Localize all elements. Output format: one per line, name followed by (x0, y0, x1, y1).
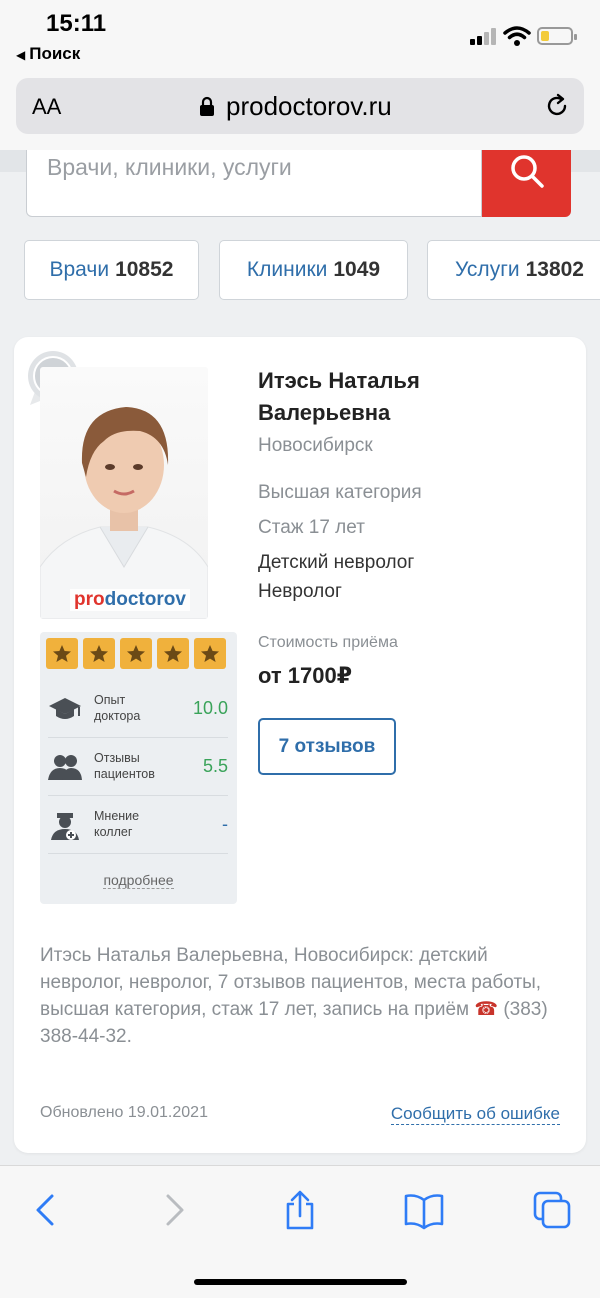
search-button[interactable] (482, 150, 571, 217)
tab-doctors-count: 10852 (115, 258, 174, 281)
rating-more-link[interactable]: подробнее (40, 872, 237, 889)
back-to-search-link[interactable]: ◀ Поиск (16, 44, 80, 64)
rating-box: Опыт доктора 10.0 Отзывы пациентов 5.5 М… (40, 632, 237, 904)
star-icon (120, 638, 152, 669)
doctor-name[interactable]: Итэсь Наталья Валерьевна (258, 365, 558, 429)
star-icon (46, 638, 78, 669)
report-error-link[interactable]: Сообщить об ошибке (390, 1104, 560, 1125)
back-arrow-icon[interactable] (26, 1190, 66, 1230)
battery-level (541, 31, 550, 41)
tab-services-label: Услуги (455, 258, 520, 281)
star-rating (46, 638, 226, 669)
rating-reviews-value: 5.5 (202, 756, 228, 776)
phone-icon: ☎ (474, 999, 499, 1020)
prodoctorov-logo: prodoctorov (70, 589, 190, 611)
doctor-description: Итэсь Наталья Валерьевна, Новосибирск: д… (40, 942, 570, 1050)
search-placeholder: Врачи, клиники, услуги (47, 154, 292, 180)
rating-more-label[interactable]: подробнее (103, 872, 174, 889)
doctor-specialty-2[interactable]: Невролог (258, 581, 342, 603)
share-icon[interactable] (280, 1190, 320, 1230)
doctor-card: ★ prodoctorov (14, 337, 586, 1153)
url-domain[interactable]: prodoctorov.ru (226, 91, 392, 122)
search-icon (511, 155, 544, 188)
bookmarks-icon[interactable] (404, 1190, 444, 1230)
back-triangle-icon: ◀ (16, 48, 26, 62)
status-time: 15:11 (46, 10, 107, 37)
price-value: от 1700₽ (258, 663, 353, 688)
graduation-cap-icon (49, 698, 81, 719)
tab-doctors[interactable]: Врачи 10852 (24, 240, 199, 300)
description-text: Итэсь Наталья Валерьевна, Новосибирск: д… (40, 945, 542, 1020)
home-indicator (194, 1279, 407, 1285)
price-label: Стоимость приёма (258, 634, 398, 651)
patients-icon (48, 755, 82, 780)
doctor-specialty-1[interactable]: Детский невролог (258, 552, 414, 574)
rating-experience-value: 10.0 (192, 698, 228, 718)
reload-icon[interactable] (544, 93, 570, 119)
web-page: Врачи, клиники, услуги Врачи 10852 Клиник… (0, 150, 600, 1165)
search-input[interactable]: Врачи, клиники, услуги (26, 150, 482, 217)
address-bar[interactable]: AA prodoctorov.ru (16, 78, 584, 134)
rating-row-colleagues: Мнение коллег - (48, 796, 228, 854)
tab-clinics-label: Клиники (246, 258, 328, 281)
updated-date: Обновлено 19.01.2021 (40, 1104, 208, 1121)
tabs-icon[interactable] (532, 1190, 572, 1230)
rating-experience-label: Опыт доктора (94, 693, 141, 723)
lock-icon (200, 96, 214, 116)
star-icon (83, 638, 115, 669)
rating-row-reviews: Отзывы пациентов 5.5 (48, 738, 228, 796)
rating-reviews-label: Отзывы пациентов (94, 751, 155, 781)
rating-colleagues-value: - (222, 814, 228, 834)
reviews-button[interactable]: 7 отзывов (258, 718, 396, 775)
browser-toolbar (0, 1165, 600, 1298)
doctor-category: Высшая категория (258, 482, 422, 503)
tab-services-count: 13802 (525, 258, 584, 281)
browser-top-bar: 15:11 ◀ Поиск AA prodoctorov.ru (0, 0, 600, 150)
cellular-signal-icon (470, 27, 498, 45)
tab-clinics[interactable]: Клиники 1049 (219, 240, 408, 300)
doctor-city: Новосибирск (258, 435, 373, 456)
doctor-experience: Стаж 17 лет (258, 517, 365, 538)
back-label: Поиск (29, 44, 81, 63)
rating-colleagues-label: Мнение коллег (94, 809, 140, 839)
star-icon (194, 638, 226, 669)
wifi-icon (503, 26, 531, 46)
forward-arrow-icon[interactable] (154, 1190, 194, 1230)
star-icon (157, 638, 189, 669)
reader-text-size-button[interactable]: AA (32, 94, 61, 120)
rating-row-experience: Опыт доктора 10.0 (48, 680, 228, 738)
tab-clinics-count: 1049 (333, 258, 381, 281)
doctor-icon (51, 813, 79, 840)
battery-icon (537, 27, 577, 45)
doctor-photo[interactable]: prodoctorov (40, 367, 208, 619)
tab-doctors-label: Врачи (49, 258, 110, 281)
doctor-portrait (40, 407, 208, 619)
tab-services[interactable]: Услуги 13802 (427, 240, 600, 300)
